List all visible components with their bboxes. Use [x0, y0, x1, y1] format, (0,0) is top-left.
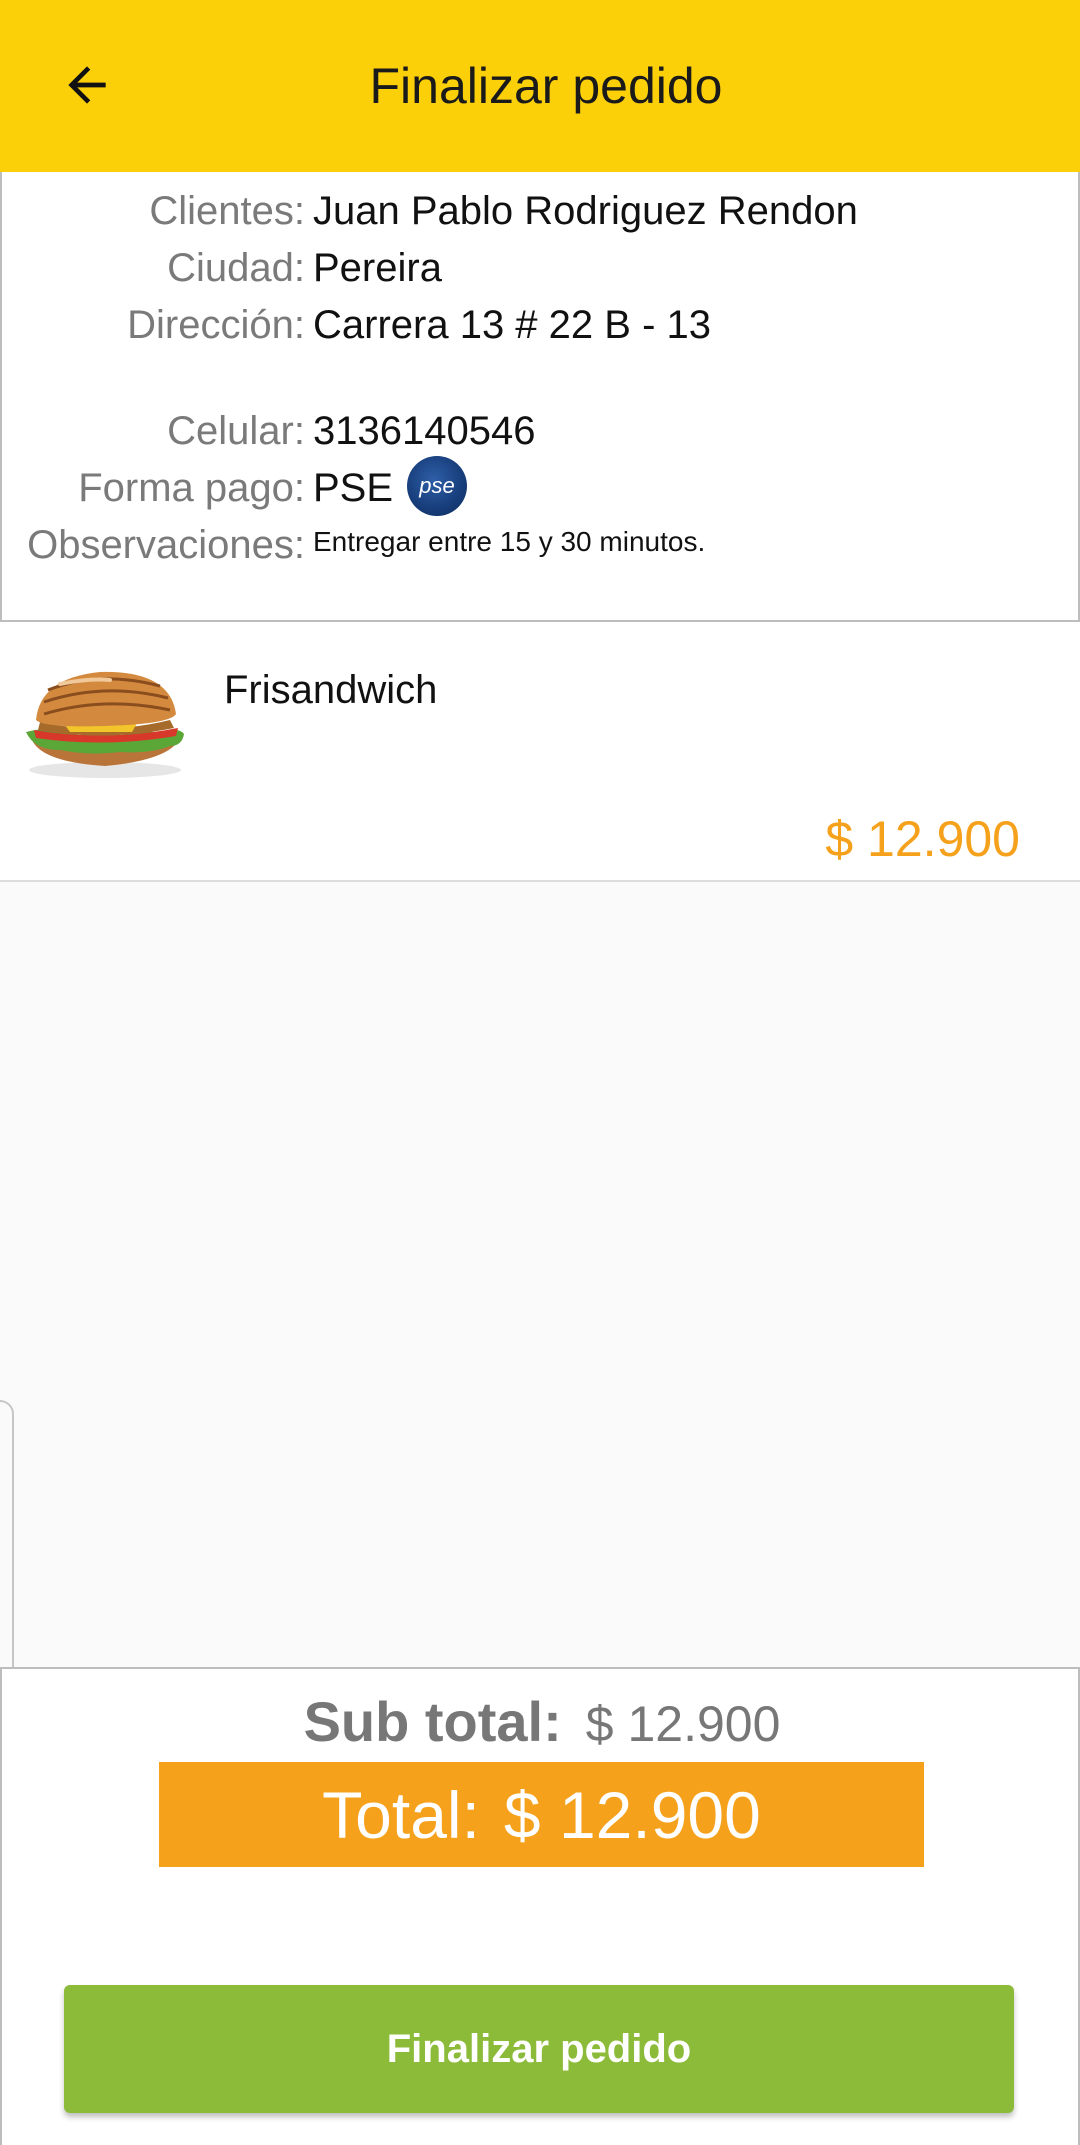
- city-label: Ciudad:: [167, 246, 305, 290]
- finalize-order-button[interactable]: Finalizar pedido: [64, 1985, 1014, 2113]
- customer-row-address: Dirección: Carrera 13 # 22 B - 13: [2, 296, 1080, 354]
- sandwich-image-icon: [26, 671, 184, 778]
- customer-label: Clientes:: [149, 189, 305, 233]
- phone-label: Celular:: [167, 409, 305, 453]
- customer-row-phone: Celular: 3136140546: [2, 402, 1080, 460]
- pse-logo-icon: pse: [407, 456, 467, 516]
- notes-label: Observaciones:: [27, 523, 305, 567]
- customer-row-payment: Forma pago: PSE pse: [2, 456, 1080, 517]
- order-item[interactable]: Frisandwich $ 12.900: [0, 622, 1080, 882]
- customer-row-notes: Observaciones: Entregar entre 15 y 30 mi…: [2, 516, 1080, 574]
- item-name: Frisandwich: [224, 668, 438, 712]
- notes-value: Entregar entre 15 y 30 minutos.: [313, 526, 706, 557]
- payment-value: PSE: [313, 466, 394, 510]
- payment-label: Forma pago:: [78, 466, 305, 510]
- subtotal-label: Sub total:: [303, 1690, 562, 1753]
- customer-row-name: Clientes: Juan Pablo Rodriguez Rendon: [2, 182, 1080, 240]
- customer-info-card: Clientes: Juan Pablo Rodriguez Rendon Ci…: [0, 172, 1080, 622]
- total-value: $ 12.900: [503, 1777, 761, 1852]
- address-label: Dirección:: [127, 303, 305, 347]
- city-value: Pereira: [313, 246, 442, 290]
- back-button[interactable]: [52, 50, 122, 120]
- subtotal-value: $ 12.900: [585, 1696, 781, 1752]
- arrow-left-icon: [68, 66, 106, 104]
- pse-logo-text: pse: [419, 473, 455, 498]
- total-label: Total:: [322, 1777, 480, 1852]
- app-bar: Finalizar pedido: [0, 0, 1080, 172]
- phone-value: 3136140546: [313, 409, 536, 453]
- total-box: Total: $ 12.900: [159, 1762, 924, 1867]
- subtotal-row: Sub total: $ 12.900: [2, 1689, 1080, 1759]
- item-price: $ 12.900: [825, 811, 1020, 867]
- page-title: Finalizar pedido: [369, 58, 723, 114]
- customer-value: Juan Pablo Rodriguez Rendon: [313, 189, 858, 233]
- address-value: Carrera 13 # 22 B - 13: [313, 303, 711, 347]
- customer-row-city: Ciudad: Pereira: [2, 239, 1080, 297]
